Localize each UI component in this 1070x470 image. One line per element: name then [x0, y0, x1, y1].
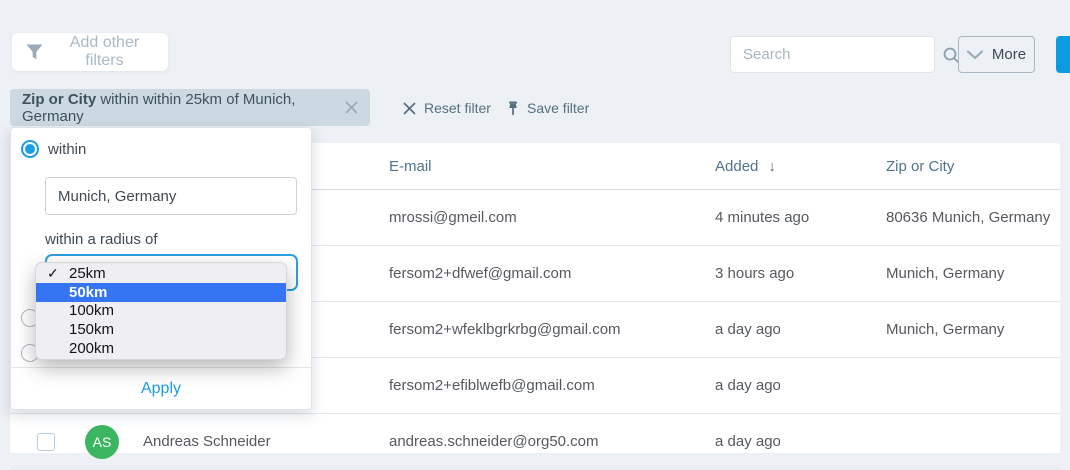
reset-filter-button[interactable]: Reset filter — [403, 98, 491, 118]
row-added: 4 minutes ago — [715, 209, 886, 226]
popover-footer: Apply — [11, 367, 311, 409]
row-checkbox[interactable] — [37, 433, 55, 451]
row-added: a day ago — [715, 377, 886, 394]
added-column-header[interactable]: Added ↓ — [715, 158, 886, 175]
filter-funnel-icon — [26, 44, 43, 60]
more-button[interactable]: More — [958, 36, 1035, 73]
pin-icon — [507, 101, 519, 115]
search-box — [730, 36, 935, 73]
dropdown-option-label: 100km — [69, 302, 114, 319]
within-radio-label: within — [48, 141, 86, 158]
chip-text: Zip or City within within 25km of Munich… — [22, 91, 337, 125]
chevron-down-icon — [967, 50, 983, 60]
within-radio[interactable] — [21, 140, 39, 158]
row-email: mrossi@gmeil.com — [389, 209, 715, 226]
row-email: fersom2+dfwef@gmail.com — [389, 265, 715, 282]
dropdown-option-50km[interactable]: 50km — [36, 283, 286, 302]
row-added: 3 hours ago — [715, 265, 886, 282]
row-contact-name[interactable]: Andreas Schneider — [143, 433, 271, 450]
row-zip: Munich, Germany — [886, 321, 1060, 338]
dropdown-option-label: 50km — [69, 284, 107, 301]
email-column-header[interactable]: E-mail — [389, 158, 715, 175]
added-header-label: Added — [715, 158, 758, 175]
dropdown-option-100km[interactable]: 100km — [36, 302, 286, 321]
row-added: a day ago — [715, 433, 886, 450]
radius-dropdown-menu: ✓ 25km 50km 100km 150km 200km — [35, 262, 287, 360]
row-zip: Munich, Germany — [886, 265, 1060, 282]
dropdown-option-25km[interactable]: ✓ 25km — [36, 264, 286, 283]
row-email: fersom2+wfeklbgrkrbg@gmail.com — [389, 321, 715, 338]
radius-label: within a radius of — [45, 231, 158, 248]
primary-action-button[interactable] — [1056, 36, 1070, 73]
contacts-filter-page: Add other filters More Zip or City withi… — [0, 0, 1070, 453]
avatar: AS — [85, 425, 119, 459]
chip-field-name: Zip or City — [22, 91, 96, 108]
table-row[interactable]: AS Andreas Schneider andreas.schneider@o… — [10, 414, 1060, 470]
row-email: andreas.schneider@org50.com — [389, 433, 715, 450]
dropdown-option-label: 25km — [69, 265, 106, 282]
chip-remove-icon[interactable] — [345, 101, 358, 114]
add-other-filters-label: Add other filters — [55, 34, 154, 70]
zip-column-header[interactable]: Zip or City — [886, 158, 1060, 175]
add-other-filters-button[interactable]: Add other filters — [12, 33, 168, 71]
reset-filter-label: Reset filter — [424, 100, 491, 116]
dropdown-option-label: 150km — [69, 321, 114, 338]
more-label: More — [992, 46, 1026, 63]
active-filter-chip[interactable]: Zip or City within within 25km of Munich… — [10, 89, 370, 126]
save-filter-label: Save filter — [527, 100, 589, 116]
dropdown-option-200km[interactable]: 200km — [36, 339, 286, 358]
search-input[interactable] — [743, 46, 942, 63]
dropdown-option-label: 200km — [69, 340, 114, 357]
dropdown-option-150km[interactable]: 150km — [36, 320, 286, 339]
row-email: fersom2+efiblwefb@gmail.com — [389, 377, 715, 394]
save-filter-button[interactable]: Save filter — [507, 98, 589, 118]
row-added: a day ago — [715, 321, 886, 338]
checkmark-icon: ✓ — [47, 265, 59, 282]
sort-descending-icon[interactable]: ↓ — [768, 158, 776, 175]
apply-button[interactable]: Apply — [141, 380, 181, 398]
location-input[interactable] — [45, 177, 297, 215]
row-zip: 80636 Munich, Germany — [886, 209, 1060, 226]
reset-x-icon — [403, 102, 416, 115]
